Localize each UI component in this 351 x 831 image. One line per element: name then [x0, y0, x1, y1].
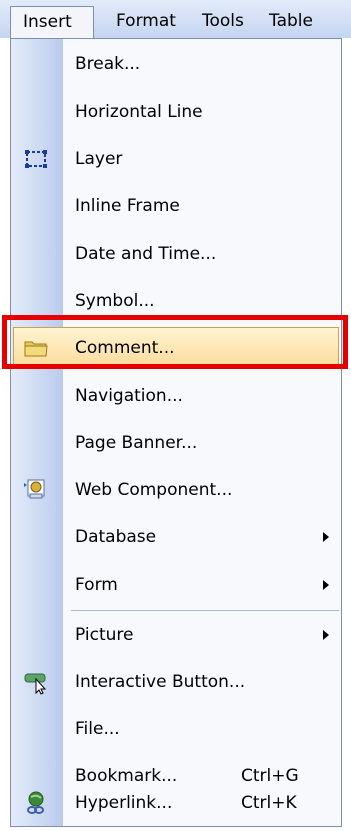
menu-item-horizontal-line[interactable]: Horizontal Line: [11, 89, 341, 135]
menu-item-layer[interactable]: Layer: [11, 136, 341, 182]
menu-bar: Insert Format Tools Table: [0, 0, 351, 38]
menu-item-label: Interactive Button...: [75, 672, 246, 692]
menu-table[interactable]: Table: [269, 6, 313, 36]
submenu-arrow-icon: [323, 630, 329, 640]
web-component-icon: [23, 477, 49, 503]
menu-item-label: Form: [75, 575, 118, 595]
menu-item-interactive-button[interactable]: Interactive Button...: [11, 659, 341, 705]
menu-item-label: Comment...: [75, 338, 175, 358]
menu-item-navigation[interactable]: Navigation...: [11, 373, 341, 419]
menu-item-label: Database: [75, 527, 157, 547]
menu-item-label: Horizontal Line: [75, 102, 203, 122]
menu-item-form[interactable]: Form: [11, 562, 341, 608]
menu-item-label: Break...: [75, 54, 141, 74]
menu-separator: [71, 610, 339, 611]
submenu-arrow-icon: [323, 532, 329, 542]
insert-menu-dropdown: Break... Horizontal Line Layer Inline Fr…: [10, 38, 342, 827]
hyperlink-icon: [23, 790, 49, 816]
menu-insert[interactable]: Insert: [10, 6, 94, 38]
menu-item-label: Symbol...: [75, 291, 155, 311]
folder-icon: [23, 335, 49, 361]
menu-item-label: File...: [75, 719, 120, 739]
menu-item-web-component[interactable]: Web Component...: [11, 467, 341, 513]
menu-item-label: Web Component...: [75, 480, 233, 500]
menu-item-label: Picture: [75, 625, 134, 645]
menu-tools[interactable]: Tools: [202, 6, 244, 36]
menu-item-page-banner[interactable]: Page Banner...: [11, 420, 341, 466]
menu-format[interactable]: Format: [116, 6, 176, 36]
menu-item-database[interactable]: Database: [11, 514, 341, 560]
menu-item-date-and-time[interactable]: Date and Time...: [11, 231, 341, 277]
shortcut-text: Ctrl+K: [241, 793, 297, 813]
menu-item-inline-frame[interactable]: Inline Frame: [11, 183, 341, 229]
menu-item-file[interactable]: File...: [11, 706, 341, 752]
menu-item-label: Inline Frame: [75, 196, 180, 216]
menu-item-label: Layer: [75, 149, 123, 169]
interactive-button-icon: [23, 669, 49, 695]
menu-item-label: Page Banner...: [75, 433, 198, 453]
menu-item-break[interactable]: Break...: [11, 41, 341, 87]
hover-highlight: [13, 327, 339, 369]
menu-item-picture[interactable]: Picture: [11, 612, 341, 658]
menu-item-label: Navigation...: [75, 386, 183, 406]
menu-item-label: Date and Time...: [75, 244, 217, 264]
submenu-arrow-icon: [323, 580, 329, 590]
menu-item-hyperlink[interactable]: Hyperlink... Ctrl+K: [11, 780, 341, 826]
layer-icon: [23, 146, 49, 172]
menu-item-comment[interactable]: Comment...: [11, 325, 341, 371]
menu-item-label: Hyperlink...: [75, 793, 173, 813]
menu-item-symbol[interactable]: Symbol...: [11, 278, 341, 324]
